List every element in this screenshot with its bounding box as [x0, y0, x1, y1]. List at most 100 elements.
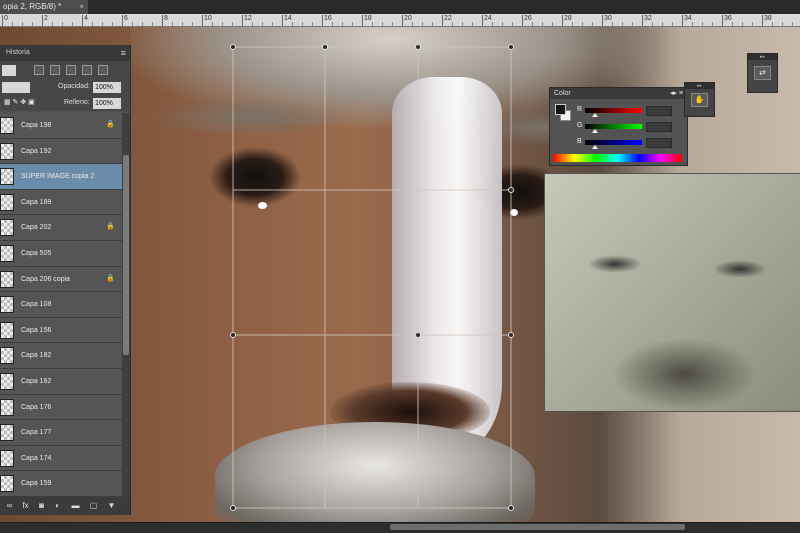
- trash-icon[interactable]: ▼: [106, 500, 117, 511]
- layer-thumbnail[interactable]: [0, 270, 14, 288]
- fx-icon[interactable]: fx: [20, 500, 31, 511]
- ruler-minor-tick: [352, 22, 353, 26]
- channel-label: R: [577, 106, 583, 113]
- channel-slider-thumb[interactable]: [592, 113, 598, 117]
- dock-collapse-tab[interactable]: ▸▸: [748, 54, 777, 60]
- layers-panel-header[interactable]: Historia ≡: [0, 45, 130, 61]
- layer-name: Capa 174: [21, 454, 52, 462]
- ruler-minor-tick: [782, 22, 783, 26]
- ruler-tick: [402, 15, 403, 26]
- layer-list-scroll-thumb[interactable]: [123, 155, 129, 355]
- layer-name: Capa 198: [21, 122, 52, 129]
- layer-thumbnail[interactable]: [0, 142, 14, 160]
- lock-icon: 🔒: [106, 223, 115, 231]
- ruler-label: 0: [4, 15, 8, 22]
- lock-icon: 🔒: [106, 121, 115, 128]
- opacity-input[interactable]: 100%: [93, 82, 121, 93]
- filter-shape-icon[interactable]: [82, 65, 92, 75]
- foreground-color-swatch[interactable]: [555, 104, 566, 115]
- layer-row[interactable]: Capa 176: [0, 394, 122, 421]
- blend-mode-select[interactable]: [2, 82, 30, 93]
- filter-kind-select[interactable]: [2, 65, 16, 76]
- ruler-minor-tick: [132, 22, 133, 26]
- ruler-minor-tick: [422, 22, 423, 26]
- lock-controls-icon[interactable]: ▦ ✎ ✥ ▣: [4, 98, 35, 106]
- layer-name: Capa 177: [21, 429, 52, 437]
- new-layer-icon[interactable]: ▢: [88, 500, 99, 511]
- channel-value-input[interactable]: [646, 122, 672, 132]
- filter-pixel-icon[interactable]: [34, 65, 44, 75]
- hand-tool-icon[interactable]: ✋: [691, 93, 708, 107]
- ruler-tick: [282, 15, 283, 26]
- layer-row[interactable]: Capa 159: [0, 471, 122, 497]
- ruler-tick: [562, 15, 563, 26]
- layer-thumbnail[interactable]: [0, 219, 14, 237]
- layer-row[interactable]: Capa 162: [0, 368, 122, 395]
- opacity-row: Opacidad: 100%: [0, 79, 130, 95]
- color-panel-controls[interactable]: ◂▸ ≡: [670, 88, 683, 99]
- layer-row[interactable]: SUPER IMAGE copia 2: [0, 164, 122, 190]
- layer-thumbnail[interactable]: [0, 193, 14, 211]
- swap-panel-icon[interactable]: ⇄: [754, 66, 771, 80]
- layer-row[interactable]: Capa 198 🔒: [0, 113, 122, 139]
- channel-value-input[interactable]: [646, 138, 672, 148]
- ruler-tick: [722, 15, 723, 26]
- layer-name: Capa 182: [21, 352, 52, 360]
- filter-adjustment-icon[interactable]: [50, 65, 60, 75]
- filter-smart-icon[interactable]: [98, 65, 108, 75]
- ruler-minor-tick: [672, 22, 673, 26]
- ruler-tick: [202, 15, 203, 26]
- layer-row[interactable]: Capa 182: [0, 343, 122, 369]
- adjustment-icon[interactable]: ◐: [52, 500, 63, 511]
- layer-thumbnail[interactable]: [0, 424, 14, 442]
- close-tab-icon[interactable]: ×: [79, 0, 84, 14]
- ruler-minor-tick: [302, 22, 303, 26]
- layer-row[interactable]: Capa 189: [0, 189, 122, 216]
- panel-menu-icon[interactable]: ≡: [121, 45, 126, 61]
- layer-thumbnail[interactable]: [0, 475, 14, 493]
- ruler-minor-tick: [382, 22, 383, 26]
- mask-icon[interactable]: ◙: [36, 500, 47, 511]
- ruler-minor-tick: [62, 22, 63, 26]
- layer-row[interactable]: Capa 202 🔒: [0, 215, 122, 241]
- layer-thumbnail[interactable]: [0, 321, 14, 339]
- channel-slider-thumb[interactable]: [592, 145, 598, 149]
- ruler-minor-tick: [452, 22, 453, 26]
- ruler-tick: [322, 15, 323, 26]
- layer-row[interactable]: Capa 192: [0, 138, 122, 165]
- layer-name: Capa 162: [21, 377, 52, 385]
- transform-handle: [322, 44, 328, 50]
- ruler-minor-tick: [532, 22, 533, 26]
- link-icon[interactable]: ∞: [4, 500, 15, 511]
- layer-row[interactable]: Capa 206 copia 🔒: [0, 266, 122, 293]
- layer-thumbnail[interactable]: [0, 168, 14, 186]
- ruler-minor-tick: [412, 22, 413, 26]
- layer-thumbnail[interactable]: [0, 347, 14, 365]
- color-panel-header[interactable]: Color ◂▸ ≡: [550, 88, 687, 99]
- layer-thumbnail[interactable]: [0, 117, 14, 134]
- color-spectrum-ramp[interactable]: [553, 154, 682, 162]
- layer-thumbnail[interactable]: [0, 398, 14, 416]
- channel-slider-thumb[interactable]: [592, 129, 598, 133]
- layer-row[interactable]: Capa 505: [0, 240, 122, 267]
- ruler-minor-tick: [552, 22, 553, 26]
- ruler-label: 16: [324, 15, 332, 22]
- layer-name: Capa 108: [21, 301, 52, 309]
- dock-collapse-tab-2[interactable]: ▸▸: [685, 83, 714, 89]
- layer-thumbnail[interactable]: [0, 372, 14, 390]
- document-tab[interactable]: opia 2, RGB/8) * ×: [0, 0, 88, 14]
- channel-value-input[interactable]: [646, 106, 672, 116]
- layer-thumbnail[interactable]: [0, 244, 14, 262]
- horizontal-scroll-thumb[interactable]: [390, 524, 685, 530]
- layer-thumbnail[interactable]: [0, 449, 14, 467]
- folder-icon[interactable]: ▬: [70, 500, 81, 511]
- filter-type-icon[interactable]: [66, 65, 76, 75]
- layer-thumbnail[interactable]: [0, 296, 14, 314]
- layer-row[interactable]: Capa 108: [0, 292, 122, 318]
- horizontal-ruler: 0246810121416182022242628303234363840: [0, 14, 800, 27]
- layer-row[interactable]: Capa 156: [0, 317, 122, 344]
- layer-row[interactable]: Capa 177: [0, 420, 122, 446]
- fill-label: Relleno:: [64, 99, 90, 106]
- layer-row[interactable]: Capa 174: [0, 445, 122, 472]
- fill-input[interactable]: 100%: [93, 98, 121, 109]
